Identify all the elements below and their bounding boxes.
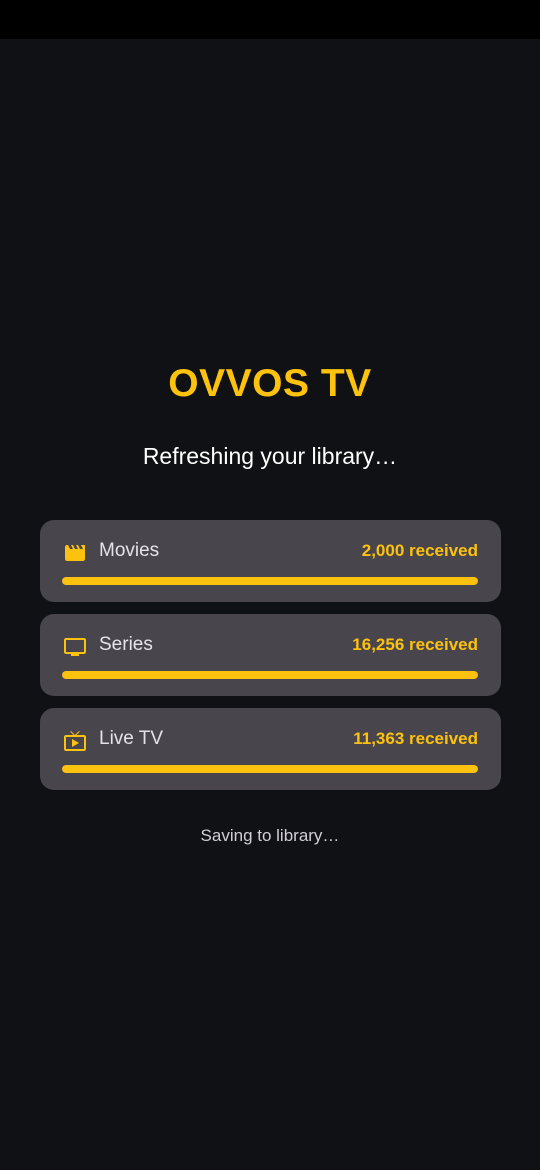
progress-fill	[62, 577, 478, 585]
received-count: 16,256 received	[352, 635, 478, 654]
received-count: 11,363 received	[353, 729, 478, 748]
status-message: Saving to library…	[200, 826, 340, 845]
category-card-series: Series 16,256 received	[40, 614, 501, 696]
progress-bar	[62, 671, 478, 679]
progress-fill	[62, 765, 478, 773]
status-bar	[0, 0, 540, 39]
clapperboard-icon	[63, 541, 87, 565]
page-subtitle: Refreshing your library…	[142, 443, 398, 469]
category-card-movies: Movies 2,000 received	[40, 520, 501, 602]
progress-fill	[62, 671, 478, 679]
progress-bar	[62, 577, 478, 585]
category-card-live-tv: Live TV 11,363 received	[40, 708, 501, 790]
app-title: OVVOS TV	[168, 362, 372, 405]
category-label: Movies	[99, 540, 160, 561]
category-label: Live TV	[99, 728, 164, 749]
live-tv-icon	[63, 729, 87, 753]
category-label: Series	[99, 634, 153, 655]
received-count: 2,000 received	[361, 541, 478, 560]
progress-bar	[62, 765, 478, 773]
tv-monitor-icon	[63, 635, 87, 659]
